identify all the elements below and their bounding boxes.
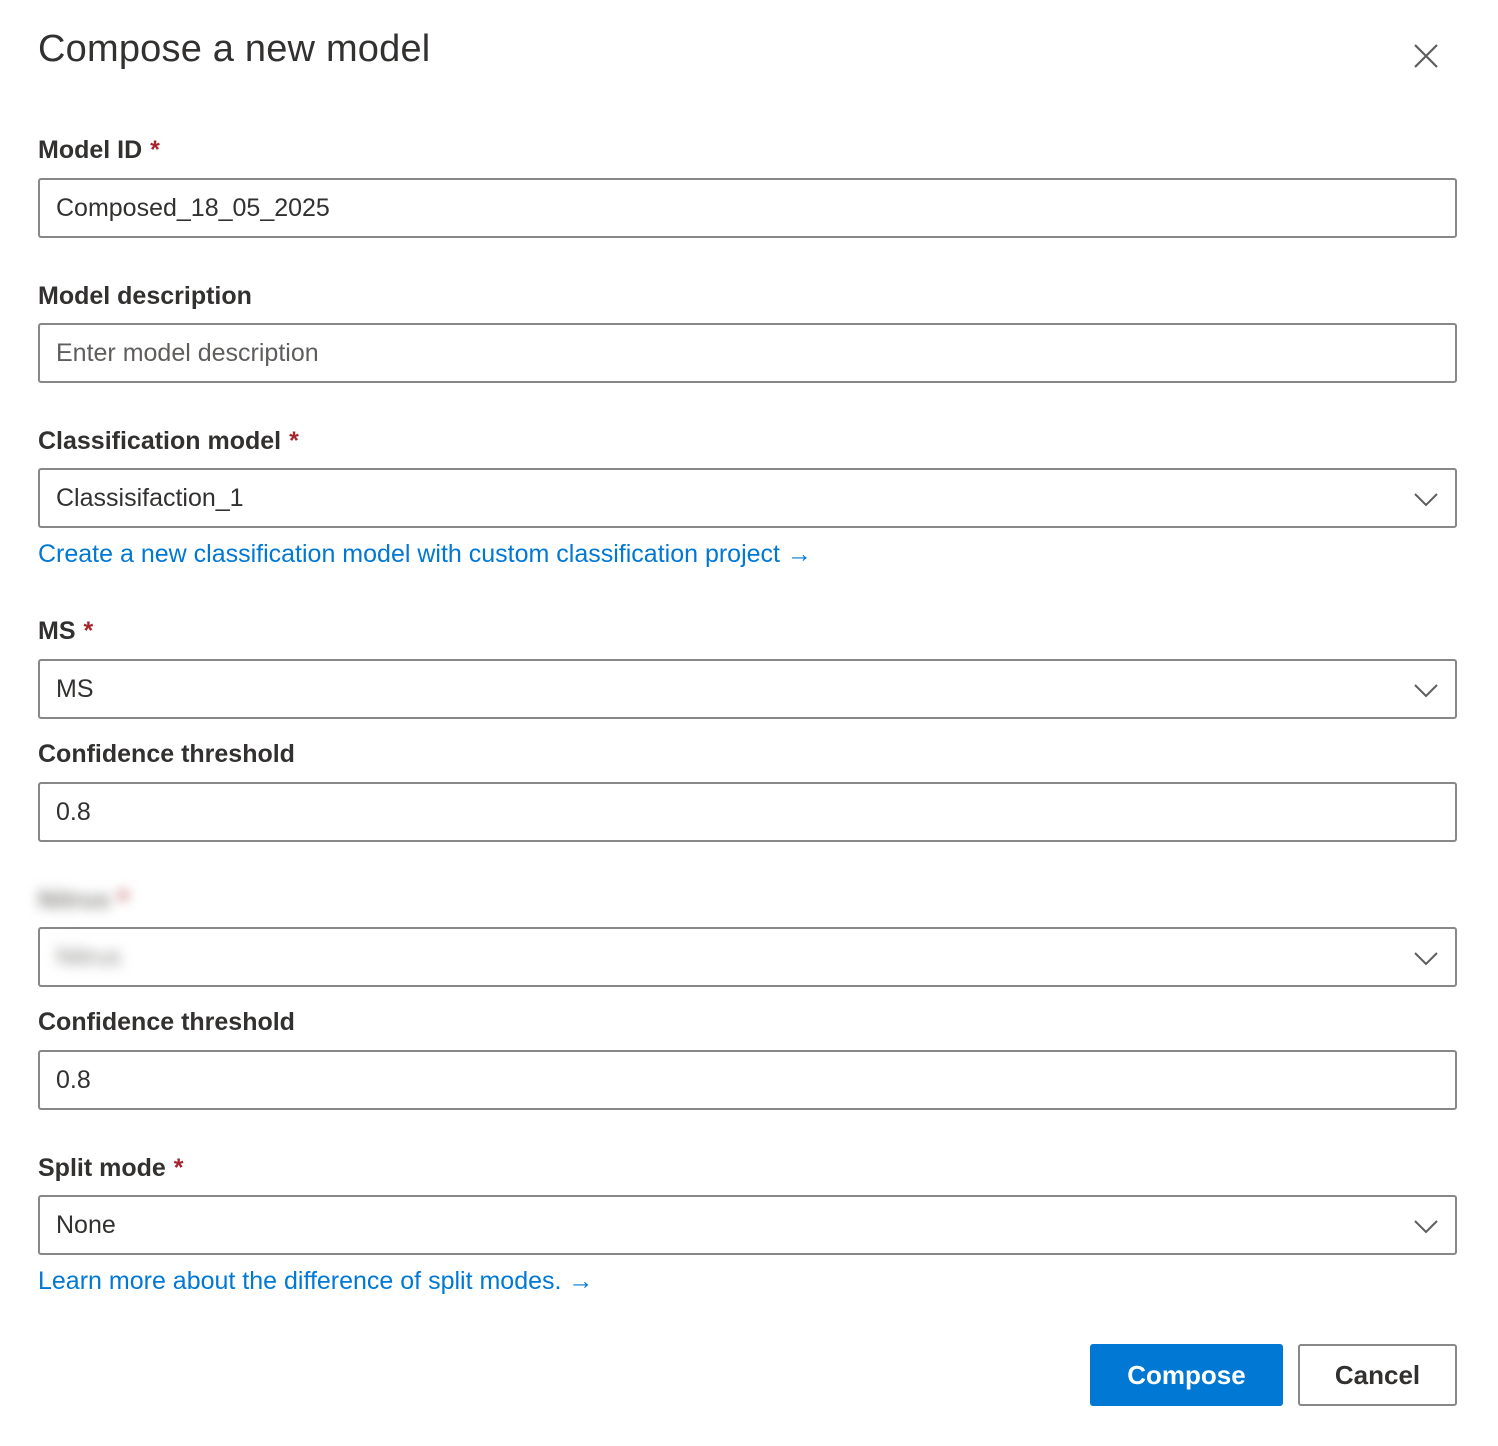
model-description-label: Model description [38, 282, 252, 311]
model-id-label-text: Model ID [38, 136, 143, 164]
classification-model-label-text: Classification model [38, 427, 282, 455]
model-id-label: Model ID * [38, 136, 160, 165]
required-marker: * [289, 427, 299, 455]
split-mode-selected: None [56, 1210, 116, 1239]
ms-selected: MS [56, 674, 94, 703]
redacted-label-text: Nitrus [38, 886, 111, 914]
required-marker: * [173, 1154, 184, 1182]
redacted-label: Nitrus * [38, 886, 128, 915]
ms-confidence-threshold-field[interactable] [38, 782, 1457, 842]
close-icon [1414, 44, 1438, 68]
redacted-confidence-threshold-input[interactable] [56, 1065, 1439, 1095]
model-description-label-text: Model description [38, 282, 252, 310]
model-description-field[interactable] [38, 323, 1457, 383]
ms-label: MS * [38, 617, 93, 646]
redacted-confidence-threshold-field[interactable] [38, 1050, 1457, 1110]
required-marker: * [83, 617, 94, 645]
redacted-confidence-threshold-label: Confidence threshold [38, 1008, 295, 1037]
split-modes-learn-more-link[interactable]: Learn more about the difference of split… [38, 1267, 593, 1296]
split-mode-label-text: Split mode [38, 1154, 166, 1182]
chevron-down-icon [1414, 1220, 1438, 1234]
model-description-input[interactable] [56, 338, 1439, 368]
ms-label-text: MS [38, 617, 76, 645]
required-marker: * [118, 886, 128, 914]
redacted-confidence-threshold-label-text: Confidence threshold [38, 1008, 295, 1036]
ms-dropdown[interactable]: MS [38, 659, 1457, 719]
ms-confidence-threshold-label-text: Confidence threshold [38, 740, 295, 768]
chevron-down-icon [1414, 952, 1438, 966]
split-mode-dropdown[interactable]: None [38, 1195, 1457, 1255]
classification-model-label: Classification model * [38, 427, 299, 456]
model-id-input[interactable] [56, 193, 1439, 223]
redacted-selected: Nitrus [56, 942, 122, 971]
required-marker: * [150, 136, 160, 164]
dialog-title: Compose a new model [38, 28, 431, 70]
create-classification-model-link[interactable]: Create a new classification model with c… [38, 540, 812, 569]
redacted-dropdown[interactable]: Nitrus [38, 927, 1457, 987]
compose-button[interactable]: Compose [1090, 1344, 1283, 1406]
compose-model-dialog: Compose a new model Model ID* Model desc… [0, 0, 1498, 1446]
close-button[interactable] [1406, 36, 1446, 76]
chevron-down-icon [1414, 493, 1438, 507]
chevron-down-icon [1414, 684, 1438, 698]
model-id-field[interactable] [38, 178, 1457, 238]
split-mode-label: Split mode * [38, 1154, 184, 1183]
cancel-button[interactable]: Cancel [1298, 1344, 1457, 1406]
classification-model-dropdown[interactable]: Classisifaction_1 [38, 468, 1457, 528]
ms-confidence-threshold-input[interactable] [56, 797, 1439, 827]
classification-model-selected: Classisifaction_1 [56, 483, 244, 512]
ms-confidence-threshold-label: Confidence threshold [38, 740, 295, 769]
